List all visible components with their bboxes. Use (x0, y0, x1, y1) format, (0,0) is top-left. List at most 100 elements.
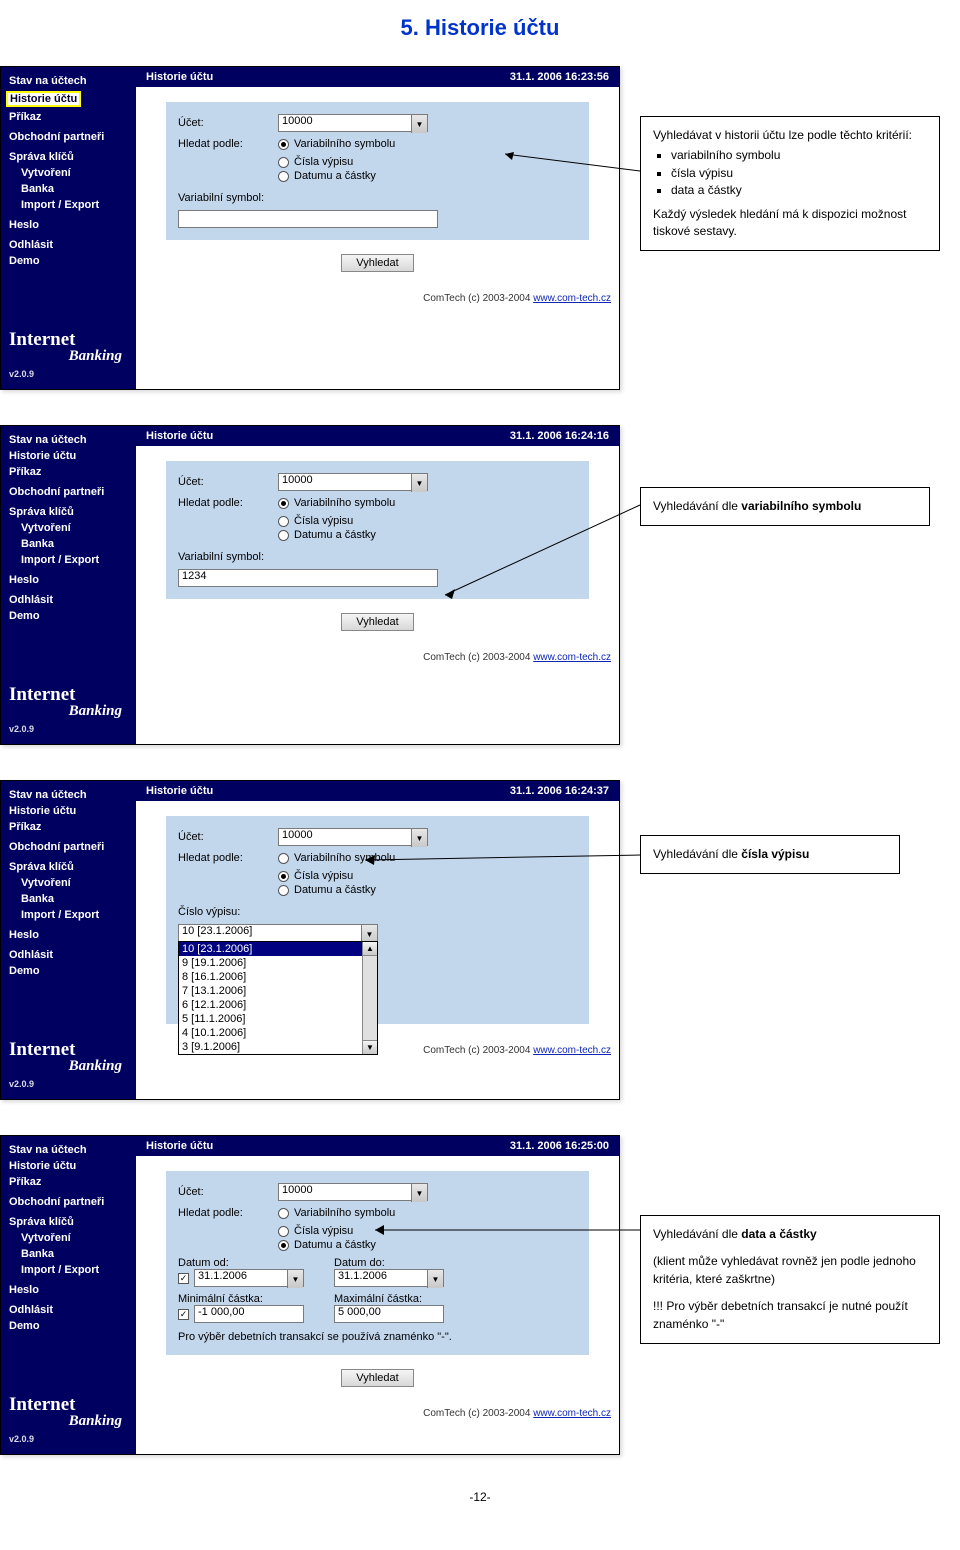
max-input[interactable]: 5 000,00 (334, 1305, 444, 1323)
footer: ComTech (c) 2003-2004 www.com-tech.cz (136, 290, 619, 307)
radio-cv[interactable] (278, 871, 289, 882)
sidebar-item[interactable]: Heslo (9, 217, 128, 233)
scroll-up-icon[interactable]: ▲ (363, 942, 377, 956)
sidebar-item-selected[interactable]: Historie účtu (9, 89, 128, 109)
sidebar-item[interactable]: Obchodní partneři (9, 839, 128, 855)
date-to-input[interactable]: 31.1.2006▼ (334, 1269, 444, 1287)
sidebar-item[interactable]: Odhlásit (9, 947, 128, 963)
sidebar-item[interactable]: Odhlásit (9, 237, 128, 253)
footer-link[interactable]: www.com-tech.cz (533, 1045, 611, 1056)
footer-link[interactable]: www.com-tech.cz (533, 652, 611, 663)
dropdown-arrow-icon[interactable]: ▼ (411, 1184, 427, 1202)
dropdown-item[interactable]: 5 [11.1.2006] (179, 1012, 377, 1026)
sidebar-item[interactable]: Banka (9, 891, 128, 907)
sidebar-item[interactable]: Odhlásit (9, 592, 128, 608)
scrollbar[interactable]: ▲ ▼ (362, 942, 377, 1054)
radio-vs[interactable] (278, 1208, 289, 1219)
sidebar-item[interactable]: Vytvoření (9, 875, 128, 891)
sidebar-item[interactable]: Heslo (9, 572, 128, 588)
sidebar-item[interactable]: Správa klíčů (9, 1214, 128, 1230)
sidebar-item[interactable]: Demo (9, 253, 128, 269)
dropdown-arrow-icon[interactable]: ▼ (427, 1270, 443, 1288)
radio-dc[interactable] (278, 171, 289, 182)
cv-dropdown[interactable]: 10 [23.1.2006] 9 [19.1.2006] 8 [16.1.200… (178, 941, 378, 1055)
callout-text: Vyhledávání dle čísla výpisu (653, 847, 809, 861)
radio-vs[interactable] (278, 498, 289, 509)
sidebar-item[interactable]: Banka (9, 1246, 128, 1262)
section-3: Stav na účtech Historie účtu Příkaz Obch… (0, 780, 960, 1100)
sidebar-item[interactable]: Příkaz (9, 464, 128, 480)
sidebar-item[interactable]: Stav na účtech (9, 787, 128, 803)
sidebar-item[interactable]: Vytvoření (9, 165, 128, 181)
dropdown-item[interactable]: 6 [12.1.2006] (179, 998, 377, 1012)
sidebar-item[interactable]: Správa klíčů (9, 859, 128, 875)
dropdown-item[interactable]: 7 [13.1.2006] (179, 984, 377, 998)
radio-cv[interactable] (278, 1226, 289, 1237)
scroll-down-icon[interactable]: ▼ (363, 1040, 377, 1054)
sidebar-item[interactable]: Banka (9, 536, 128, 552)
sidebar-item[interactable]: Historie účtu (9, 1158, 128, 1174)
footer-link[interactable]: www.com-tech.cz (533, 1408, 611, 1419)
dropdown-arrow-icon[interactable]: ▼ (411, 829, 427, 847)
sidebar-item[interactable]: Vytvoření (9, 520, 128, 536)
sidebar-item[interactable]: Odhlásit (9, 1302, 128, 1318)
account-select[interactable]: 10000▼ (278, 473, 428, 491)
callout-text: Vyhledávat v historii účtu lze podle těc… (653, 127, 927, 144)
min-input[interactable]: -1 000,00 (194, 1305, 304, 1323)
account-select[interactable]: 10000▼ (278, 828, 428, 846)
sidebar-item[interactable]: Demo (9, 608, 128, 624)
screenshot-3: Stav na účtech Historie účtu Příkaz Obch… (0, 780, 620, 1100)
cv-select[interactable]: 10 [23.1.2006]▼ (178, 924, 378, 942)
sidebar-item[interactable]: Stav na účtech (9, 432, 128, 448)
sidebar-item[interactable]: Heslo (9, 927, 128, 943)
sidebar-item[interactable]: Vytvoření (9, 1230, 128, 1246)
sidebar-item[interactable]: Import / Export (9, 197, 128, 213)
search-button[interactable]: Vyhledat (341, 254, 413, 272)
radio-cv[interactable] (278, 157, 289, 168)
sidebar-item[interactable]: Příkaz (9, 109, 128, 125)
search-button[interactable]: Vyhledat (341, 613, 413, 631)
date-from-input[interactable]: 31.1.2006▼ (194, 1269, 304, 1287)
dropdown-item[interactable]: 8 [16.1.2006] (179, 970, 377, 984)
sidebar-item[interactable]: Historie účtu (9, 448, 128, 464)
sidebar-item[interactable]: Příkaz (9, 819, 128, 835)
min-check[interactable]: ✓ (178, 1309, 189, 1320)
topbar-title: Historie účtu (146, 1140, 213, 1152)
radio-dc[interactable] (278, 530, 289, 541)
sidebar-item[interactable]: Obchodní partneři (9, 484, 128, 500)
account-select[interactable]: 10000 ▼ (278, 114, 428, 132)
sidebar-item[interactable]: Demo (9, 963, 128, 979)
radio-cv[interactable] (278, 516, 289, 527)
sidebar-item[interactable]: Stav na účtech (9, 73, 128, 89)
sidebar-item[interactable]: Příkaz (9, 1174, 128, 1190)
sidebar-item[interactable]: Banka (9, 181, 128, 197)
raded--dc[interactable] (278, 1240, 289, 1251)
sidebar-item[interactable]: Heslo (9, 1282, 128, 1298)
sidebar-item[interactable]: Obchodní partneři (9, 129, 128, 145)
account-select[interactable]: 10000▼ (278, 1183, 428, 1201)
dropdown-item[interactable]: 10 [23.1.2006] (179, 942, 377, 956)
radio-vs[interactable] (278, 853, 289, 864)
dropdown-item[interactable]: 9 [19.1.2006] (179, 956, 377, 970)
date-from-check[interactable]: ✓ (178, 1273, 189, 1284)
sidebar-item[interactable]: Demo (9, 1318, 128, 1334)
dropdown-item[interactable]: 4 [10.1.2006] (179, 1026, 377, 1040)
radio-vs[interactable] (278, 139, 289, 150)
sidebar-item[interactable]: Import / Export (9, 907, 128, 923)
radio-dc[interactable] (278, 885, 289, 896)
sidebar-item[interactable]: Obchodní partneři (9, 1194, 128, 1210)
sidebar-item[interactable]: Import / Export (9, 1262, 128, 1278)
search-button[interactable]: Vyhledat (341, 1369, 413, 1387)
footer-link[interactable]: www.com-tech.cz (533, 293, 611, 304)
sidebar-item[interactable]: Historie účtu (9, 803, 128, 819)
sidebar-item[interactable]: Správa klíčů (9, 149, 128, 165)
sidebar-item[interactable]: Správa klíčů (9, 504, 128, 520)
dropdown-item[interactable]: 3 [9.1.2006] (179, 1040, 377, 1054)
vs-input[interactable] (178, 210, 438, 228)
vs-input[interactable]: 1234 (178, 569, 438, 587)
dropdown-arrow-icon[interactable]: ▼ (287, 1270, 303, 1288)
sidebar-item[interactable]: Import / Export (9, 552, 128, 568)
dropdown-arrow-icon[interactable]: ▼ (411, 115, 427, 133)
dropdown-arrow-icon[interactable]: ▼ (411, 474, 427, 492)
sidebar-item[interactable]: Stav na účtech (9, 1142, 128, 1158)
